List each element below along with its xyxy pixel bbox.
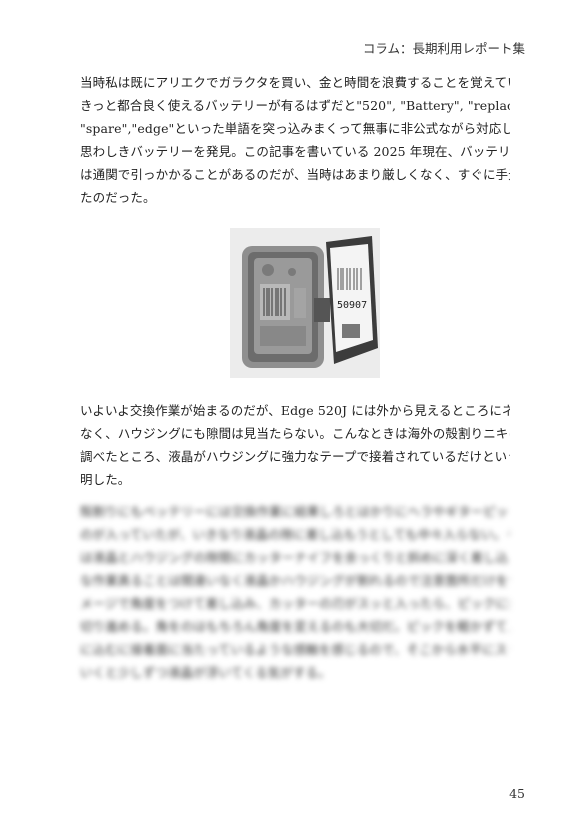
text-line: たのだった。: [80, 190, 156, 205]
blurred-line: 切り進める。角をのはもちろん角度を変えるのも大切だ。ピックを軽かずてスッと隙間液: [80, 619, 510, 634]
paragraph-blurred-preview: 殻割りにもベッテリーには交換作業に結果しろとはかりにヘラやギターピックのようなも…: [80, 500, 510, 684]
blurred-line: のが入っていたが、いきなり液晶の隙に差し込もうとしても中々入らない。そこでまず: [80, 527, 510, 542]
blurred-line: メージで角度をつけて差し込み、カッターの刃がスッと入ったら、ピックに持ち替えて1…: [80, 596, 510, 611]
blurred-line: は液晶とハウジングの隙間にカッターナイフを余っくりと斜めに深く差し込ませた。結局: [80, 550, 510, 565]
blurred-line: 殻割りにもベッテリーには交換作業に結果しろとはかりにヘラやギターピックのようなも: [80, 504, 510, 519]
ribbon-cable: [314, 298, 330, 322]
text-line: 明した。: [80, 472, 131, 487]
paragraph-disassembly-research: いよいよ交換作業が始まるのだが、Edge 520J には外から見えるところにネジ…: [80, 399, 510, 491]
opened-device-illustration: 50907: [230, 228, 380, 378]
text-line: なく、ハウジングにも隙間は見当たらない。こんなときは海外の殻割りニキに頼ろうと: [80, 426, 510, 441]
text-line: 当時私は既にアリエクでガラクタを買い、金と時間を浪費することを覚えていたので: [80, 75, 510, 90]
text-line: "spare","edge"といった単語を突っ込みまくって無事に非公式ながら対応…: [80, 121, 510, 136]
page-number: 45: [509, 786, 525, 801]
photo-barcode-number: 50907: [337, 300, 367, 311]
blurred-line: な作業真ることは間違いなく液晶かハウジングが割れるので注意箇所だけを切るようなイ: [80, 573, 510, 588]
text-line: 思わしきバッテリーを発見。この記事を書いている 2025 年現在、バッテリー関連…: [80, 144, 510, 159]
text-line: は通関で引っかかることがあるのだが、当時はあまり厳しくなく、すぐに手元に到着し: [80, 167, 510, 182]
device-photo: 50907: [230, 228, 380, 378]
running-head: コラム：長期利用レポート集: [362, 41, 525, 56]
text-line: 調べたところ、液晶がハウジングに強力なテープで接着されているだけということが判: [80, 449, 510, 464]
blurred-line: に込むに接着面に当たっているような感触を感じるので、そこから水平にスライドさせて: [80, 642, 510, 657]
paragraph-battery-search: 当時私は既にアリエクでガラクタを買い、金と時間を浪費することを覚えていたので き…: [80, 71, 510, 209]
text-line: きっと都合良く使えるバッテリーが有るはずだと"520", "Battery", …: [80, 98, 510, 113]
blurred-line: いくと少しずつ液晶が浮いてくる気がする。: [80, 665, 331, 680]
text-line: いよいよ交換作業が始まるのだが、Edge 520J には外から見えるところにネジ…: [80, 403, 510, 418]
